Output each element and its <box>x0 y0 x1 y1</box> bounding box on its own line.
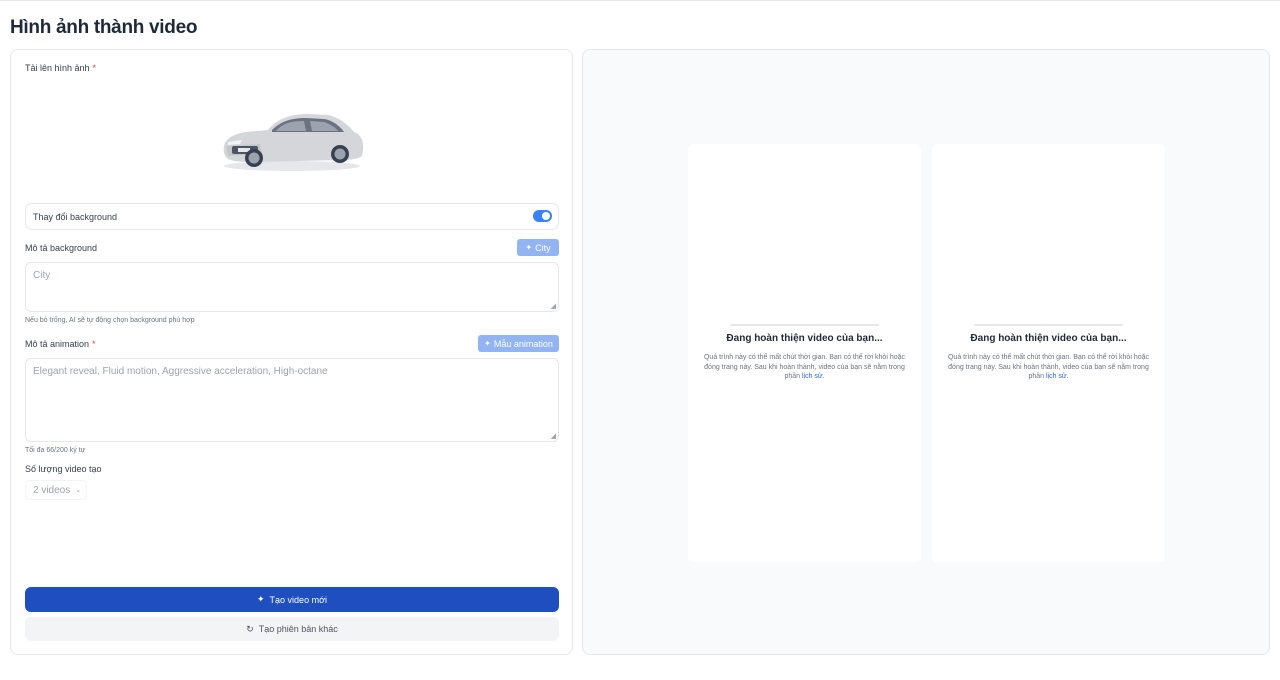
result-title: Đang hoàn thiện video của bạn... <box>970 333 1127 344</box>
background-toggle-switch[interactable] <box>533 210 552 222</box>
resize-handle-icon[interactable]: ◢ <box>551 302 556 310</box>
background-label: Mô tả background <box>25 243 98 253</box>
chevron-down-icon: ⌄ <box>75 487 82 494</box>
progress-bar <box>974 324 1123 326</box>
sparkle-icon: ✦ <box>484 339 491 348</box>
result-description: Quá trình này có thể mất chút thời gian.… <box>703 354 905 380</box>
video-count-label: Số lượng video tạo <box>25 464 102 474</box>
resize-handle-icon[interactable]: ◢ <box>551 432 556 440</box>
result-title: Đang hoàn thiện video của bạn... <box>726 333 883 344</box>
create-variant-button[interactable]: ↻ Tạo phiên bản khác <box>25 617 559 641</box>
animation-template-button[interactable]: ✦ Mẫu animation <box>478 335 559 352</box>
animation-label: Mô tả animation * <box>25 339 96 349</box>
history-link[interactable]: lịch sử <box>1046 373 1067 380</box>
results-panel: Đang hoàn thiện video của bạn... Quá trì… <box>582 49 1270 655</box>
video-result-card: Đang hoàn thiện video của bạn... Quá trì… <box>932 144 1165 562</box>
uploaded-image[interactable] <box>216 102 366 177</box>
top-divider <box>0 0 1280 1</box>
result-description: Quá trình này có thể mất chút thời gian.… <box>947 354 1149 380</box>
sparkle-icon: ✦ <box>525 243 533 252</box>
animation-textarea[interactable]: Elegant reveal, Fluid motion, Aggressive… <box>25 358 559 442</box>
video-result-card: Đang hoàn thiện video của bạn... Quá trì… <box>688 144 921 562</box>
video-count-value: 2 videos <box>33 484 71 496</box>
background-chip-button[interactable]: ✦ City <box>517 239 559 256</box>
upload-label: Tải lên hình ảnh * <box>25 63 97 73</box>
progress-bar <box>730 324 879 326</box>
background-toggle-row: Thay đổi background <box>25 203 559 230</box>
history-link[interactable]: lịch sử <box>802 373 823 380</box>
sparkle-icon: ✦ <box>257 594 265 604</box>
background-textarea[interactable]: City ◢ <box>25 262 559 312</box>
page-title: Hình ảnh thành video <box>10 17 198 38</box>
video-count-select[interactable]: 2 videos ⌄ <box>25 480 87 500</box>
form-panel: Tải lên hình ảnh * Thay đổi background Mô… <box>10 49 573 655</box>
background-placeholder: City <box>33 270 51 281</box>
toggle-knob <box>542 212 550 220</box>
background-toggle-label: Thay đổi background <box>33 212 118 222</box>
car-image <box>223 114 364 171</box>
animation-placeholder: Elegant reveal, Fluid motion, Aggressive… <box>33 366 328 377</box>
background-helper: Nếu bỏ trống, AI sẽ tự động chọn backgro… <box>25 317 195 324</box>
animation-helper: Tối đa 66/200 ký tự <box>25 447 86 454</box>
refresh-icon: ↻ <box>246 623 254 634</box>
create-video-button[interactable]: ✦ Tạo video mới <box>25 587 559 612</box>
